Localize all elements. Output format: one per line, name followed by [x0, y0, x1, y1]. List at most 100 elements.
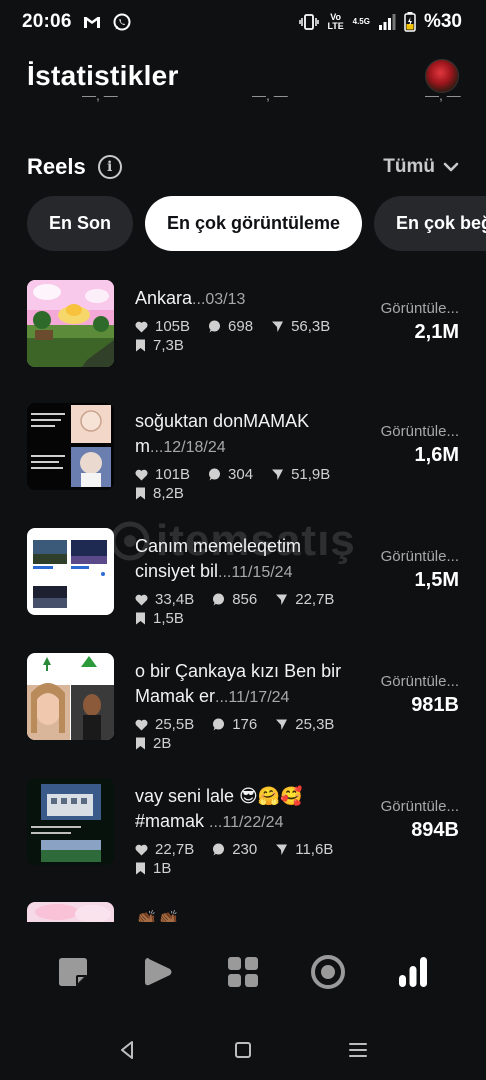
comments-count: 230	[232, 841, 258, 858]
bottom-nav	[0, 924, 486, 1020]
nav-stats[interactable]	[391, 950, 435, 994]
shares-count: 56,3B	[291, 318, 331, 335]
page-header: İstatistikler	[0, 50, 486, 102]
reel-date: ...03/13	[192, 291, 246, 308]
views-label: Görüntüle...	[380, 423, 459, 440]
chip-most-liked[interactable]: En çok beğe	[374, 196, 486, 251]
share-icon	[272, 469, 284, 480]
views-count: 981B	[411, 694, 459, 716]
views-label: Görüntüle...	[380, 300, 459, 317]
info-icon[interactable]: i	[97, 155, 122, 179]
nav-notes[interactable]	[51, 950, 95, 994]
likes-count: 33,4B	[155, 591, 195, 608]
reel-date: ...12/18/24	[150, 439, 226, 456]
saves-count: 7,3B	[153, 337, 184, 354]
back-icon[interactable]	[117, 1039, 139, 1061]
nav-grid[interactable]	[221, 950, 265, 994]
chip-recent[interactable]: En Son	[27, 196, 133, 251]
reel-thumbnail	[27, 528, 114, 615]
views-count: 1,5M	[414, 569, 459, 591]
chevron-down-icon	[443, 162, 459, 172]
shares-count: 22,7B	[295, 591, 335, 608]
reel-item[interactable]: Ankara...03/13 105B 698 56,3B 7,3B Görün…	[27, 280, 459, 380]
battery-icon	[404, 12, 416, 32]
views-label: Görüntüle...	[380, 798, 459, 815]
reel-item[interactable]: vay seni lale 😎🤗🥰 #mamak ...11/22/24 22,…	[27, 778, 459, 878]
page-title: İstatistikler	[27, 60, 179, 91]
heart-icon	[135, 469, 148, 480]
comments-stat: 304	[208, 466, 253, 483]
sort-chips: En Son En çok görüntüleme En çok beğe	[27, 196, 486, 251]
reels-section-header: Reels i Tümü	[27, 148, 459, 186]
section-title: Reels	[27, 154, 86, 179]
signal-icon	[378, 14, 396, 30]
share-icon	[276, 719, 288, 730]
share-icon	[276, 844, 288, 855]
likes-stat: 33,4B	[135, 591, 194, 608]
shares-stat: 25,3B	[275, 716, 334, 733]
shares-stat: 22,7B	[275, 591, 334, 608]
views-count: 894B	[411, 819, 459, 841]
home-icon[interactable]	[233, 1040, 253, 1060]
stats-icon	[399, 957, 428, 987]
comments-count: 176	[232, 716, 258, 733]
bookmark-icon	[136, 862, 145, 875]
nav-live[interactable]	[306, 950, 350, 994]
vibrate-icon	[298, 14, 319, 30]
reel-thumbnail	[27, 403, 114, 490]
bookmark-icon	[136, 487, 145, 500]
saves-stat: 7,3B	[135, 337, 184, 354]
recents-icon[interactable]	[347, 1039, 369, 1061]
reel-thumbnail	[27, 280, 114, 367]
likes-stat: 25,5B	[135, 716, 194, 733]
reel-thumbnail	[27, 902, 114, 922]
avatar[interactable]	[425, 59, 459, 93]
shares-stat: 11,6B	[275, 841, 333, 858]
grid-icon	[227, 957, 258, 987]
comment-icon	[213, 843, 225, 856]
likes-count: 101B	[155, 466, 191, 483]
reel-item[interactable]: soğuktan donMAMAK m...12/18/24 101B 304 …	[27, 403, 459, 503]
likes-count: 25,5B	[155, 716, 195, 733]
likes-count: 105B	[155, 318, 191, 335]
reel-date: ...11/15/24	[218, 564, 293, 581]
status-bar: 20:06 Vo LTE 4.5G %30	[0, 0, 486, 44]
comments-stat: 698	[208, 318, 253, 335]
whatsapp-icon	[113, 13, 131, 31]
share-icon	[272, 321, 284, 332]
system-nav	[0, 1020, 486, 1080]
heart-icon	[135, 321, 148, 332]
views-label: Görüntüle...	[380, 548, 459, 565]
reel-date: ...11/22/24	[209, 814, 284, 831]
saves-stat: 8,2B	[135, 485, 184, 502]
saves-count: 1B	[153, 860, 172, 877]
chip-most-viewed[interactable]: En çok görüntüleme	[145, 196, 363, 251]
battery-percent: %30	[423, 11, 462, 32]
likes-count: 22,7B	[155, 841, 195, 858]
record-icon	[311, 955, 346, 989]
saves-stat: 1,5B	[135, 610, 184, 627]
notes-icon	[58, 958, 87, 986]
play-icon	[144, 958, 172, 986]
reel-thumbnail	[27, 778, 114, 865]
views-label: Görüntüle...	[380, 673, 459, 690]
comment-icon	[209, 320, 221, 333]
reel-title: Ankara	[135, 288, 193, 308]
reel-item[interactable]: 👏🏾👏🏾	[27, 902, 459, 922]
heart-icon	[135, 594, 148, 605]
comments-count: 856	[232, 591, 258, 608]
shares-count: 11,6B	[295, 841, 334, 858]
bookmark-icon	[136, 612, 145, 625]
saves-count: 8,2B	[153, 485, 184, 502]
reel-item[interactable]: o bir Çankaya kızı Ben bir Mamak er...11…	[27, 653, 459, 753]
nav-reels[interactable]	[136, 950, 180, 994]
scrolled-stats-remnant: —, — —, — —, —	[0, 96, 486, 104]
status-time: 20:06	[22, 11, 72, 32]
filter-label: Tümü	[383, 156, 435, 177]
likes-stat: 105B	[135, 318, 190, 335]
filter-dropdown[interactable]: Tümü	[383, 156, 459, 178]
reel-item[interactable]: Canım memeleqetim cinsiyet bil...11/15/2…	[27, 528, 459, 628]
shares-count: 51,9B	[291, 466, 331, 483]
comments-stat: 230	[212, 841, 257, 858]
comments-stat: 856	[212, 591, 257, 608]
